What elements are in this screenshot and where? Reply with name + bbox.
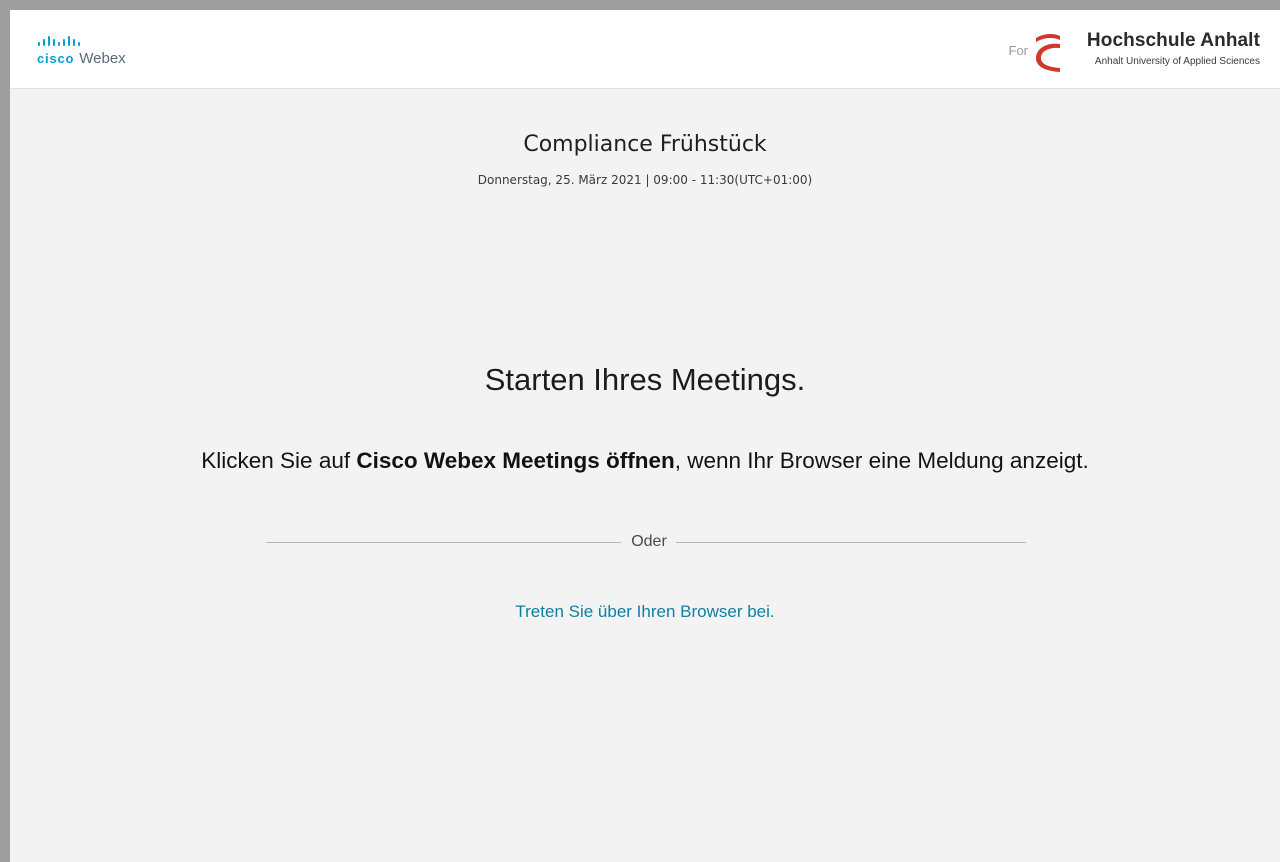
divider-label: Oder xyxy=(631,533,667,550)
or-divider: Oder xyxy=(266,531,1026,555)
join-via-browser-container: Treten Sie über Ihren Browser bei. xyxy=(10,602,1280,622)
webex-wordmark: Webex xyxy=(79,50,126,67)
webex-join-page: cisco Webex For Hochschule Anhalt Anhalt … xyxy=(10,10,1280,862)
divider-line-left xyxy=(266,542,621,543)
start-meeting-heading: Starten Ihres Meetings. xyxy=(484,362,806,397)
header-bar: cisco Webex For Hochschule Anhalt Anhalt … xyxy=(10,10,1280,89)
join-via-browser-link[interactable]: Treten Sie über Ihren Browser bei. xyxy=(515,602,774,621)
hochschule-anhalt-logo-mark xyxy=(1036,33,1060,72)
cisco-bridge-bars-icon xyxy=(38,36,80,46)
open-app-instruction: Klicken Sie auf Cisco Webex Meetings öff… xyxy=(10,448,1280,474)
instruction-prefix: Klicken Sie auf xyxy=(201,448,357,473)
cisco-webex-logo: cisco Webex xyxy=(37,36,126,72)
organization-name: Hochschule Anhalt xyxy=(1086,30,1260,51)
for-label: For xyxy=(1008,43,1029,58)
cisco-wordmark: cisco xyxy=(37,51,75,66)
instruction-suffix: , wenn Ihr Browser eine Meldung anzeigt. xyxy=(674,448,1089,473)
organization-subtitle: Anhalt University of Applied Sciences xyxy=(1094,56,1260,67)
meeting-datetime: Donnerstag, 25. März 2021 | 09:00 - 11:3… xyxy=(477,173,813,187)
divider-line-right xyxy=(676,542,1026,543)
meeting-title: Compliance Frühstück xyxy=(523,132,767,157)
instruction-app-name: Cisco Webex Meetings öffnen xyxy=(356,448,675,473)
